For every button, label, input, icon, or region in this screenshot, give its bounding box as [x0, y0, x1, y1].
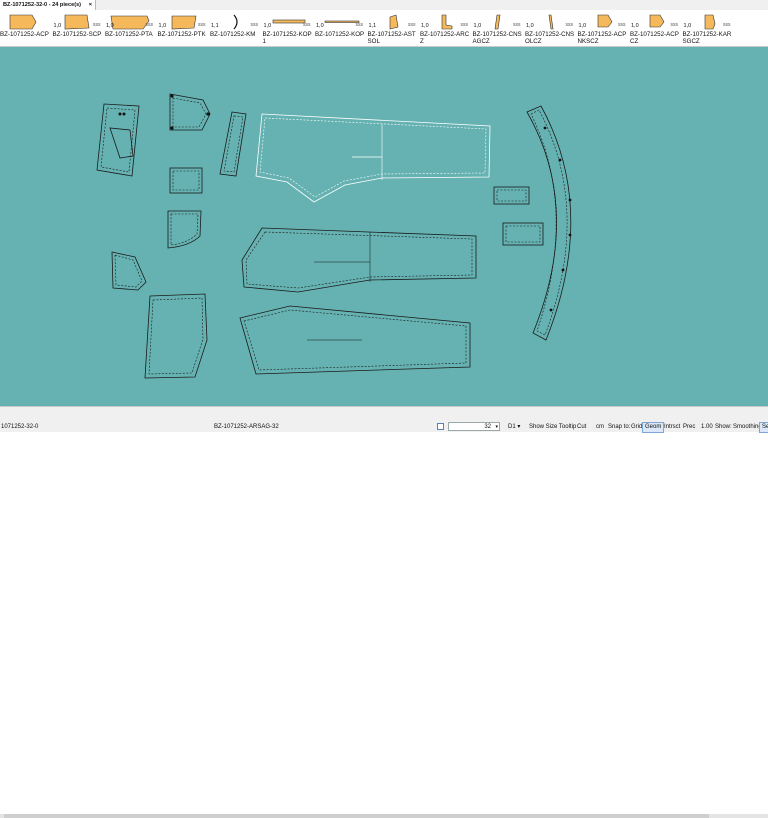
marker-canvas[interactable]	[0, 47, 768, 406]
piece-name: BZ-1071252-ACP	[0, 31, 49, 38]
pattern-piece-tab-1[interactable]	[493, 186, 530, 205]
piece-name: BZ-1071252-PTK	[157, 31, 206, 38]
pattern-piece-trouser-front[interactable]	[241, 227, 477, 293]
piece-name: BZ-1071252-KAR SGCZ	[682, 31, 732, 45]
piece-quantity: 1,0	[631, 23, 639, 29]
piece-indicator: sss	[355, 22, 364, 28]
piece-indicator: sss	[670, 22, 679, 28]
piece-name: BZ-1071252-AST SOL	[367, 31, 416, 45]
pattern-piece-l-shape[interactable]	[96, 103, 140, 177]
zoom-select[interactable]: 32 ▾	[448, 422, 500, 431]
size-select[interactable]: D1 ▾	[505, 422, 523, 433]
document-tab-bar: BZ-1071252-32-0 - 24 piece(s) ×	[0, 0, 768, 10]
piece-thumbnail[interactable]: 1,1 sss BZ-1071252-KM	[210, 10, 262, 46]
pattern-piece-selected[interactable]	[255, 113, 491, 203]
piece-indicator: sss	[408, 22, 416, 28]
piece-indicator: sss	[303, 22, 311, 28]
piece-indicator: sss	[723, 22, 731, 28]
pattern-piece-strip[interactable]	[219, 111, 247, 177]
piece-quantity: 1,0	[683, 23, 692, 29]
piece-quantity: 1,1	[211, 23, 219, 29]
close-tab-icon[interactable]: ×	[89, 0, 92, 10]
piece-name: BZ-1071252-KM	[210, 31, 256, 38]
status-bar: 1071252-32-0 BZ-1071252-ARSAG-32 32 ▾ D1 …	[0, 406, 768, 818]
piece-quantity: 1,0	[473, 23, 482, 29]
piece-indicator: sss	[250, 22, 259, 28]
piece-quantity: 1,0	[316, 23, 324, 29]
piece-indicator: sss	[198, 22, 206, 28]
pattern-piece-small-square[interactable]	[169, 167, 203, 194]
piece-quantity: 1,0	[421, 23, 429, 29]
cut-button[interactable]: Cut	[574, 422, 589, 433]
piece-thumbnail[interactable]: 1,0 sss BZ-1071252-PTK	[158, 10, 210, 46]
piece-name: BZ-1071252-SCP	[52, 31, 102, 38]
piece-name: BZ-1071252-ACP CZ	[630, 31, 679, 45]
pattern-piece-curved-pocket[interactable]	[167, 210, 202, 249]
piece-thumbnail[interactable]: 1,0 sss BZ-1071252-KAR SGCZ	[683, 10, 735, 46]
pattern-pieces-drawing[interactable]	[0, 47, 768, 406]
piece-quantity: 1,0	[158, 23, 167, 29]
piece-thumbnail[interactable]: 1,1 sss BZ-1071252-AST SOL	[368, 10, 420, 46]
piece-thumbnail[interactable]: 1,0 sss BZ-1071252-KOP 1	[263, 10, 315, 46]
piece-name: BZ-1071252-ARC Z	[420, 31, 470, 45]
piece-thumbnail[interactable]: 1,0 sss BZ-1071252-ACP NKSCZ	[578, 10, 630, 46]
show-size-tooltip-button[interactable]: Show Size Tooltip	[526, 422, 579, 433]
piece-name: BZ-1071252-ACP NKSCZ	[577, 31, 627, 45]
piece-indicator: sss	[460, 22, 469, 28]
piece-quantity: 1,0	[526, 23, 534, 29]
piece-thumbnail-strip: BZ-1071252-ACP 1,0 sss BZ-1071252-SCP 1,0 sss…	[0, 10, 768, 47]
piece-thumbnail[interactable]: 1,0 sss BZ-1071252-CNS OLCZ	[525, 10, 577, 46]
zoom-value: 32	[484, 424, 491, 430]
piece-name: BZ-1071252-KOP	[315, 31, 365, 38]
status-checkbox[interactable]	[437, 423, 444, 430]
pattern-piece-yoke[interactable]	[144, 293, 208, 379]
precision-button[interactable]: Prec	[680, 422, 698, 433]
horizontal-scrollbar[interactable]	[0, 814, 768, 818]
unit-cm-button[interactable]: cm	[593, 422, 607, 433]
piece-thumbnail[interactable]: 1,0 sss BZ-1071252-SCP	[53, 10, 105, 46]
document-tab-title: BZ-1071252-32-0 - 24 piece(s)	[3, 2, 82, 8]
piece-indicator: sss	[513, 22, 521, 28]
piece-thumbnail[interactable]: 1,0 sss BZ-1071252-CNS AGCZ	[473, 10, 525, 46]
piece-quantity: 1,0	[106, 23, 114, 29]
document-tab[interactable]: BZ-1071252-32-0 - 24 piece(s) ×	[0, 0, 96, 10]
piece-name: BZ-1071252-CNS OLCZ	[525, 31, 575, 45]
piece-indicator: sss	[565, 22, 574, 28]
piece-thumbnail[interactable]: 1,0 sss BZ-1071252-KOP	[315, 10, 367, 46]
piece-thumbnail[interactable]: 1,0 sss BZ-1071252-ARC Z	[420, 10, 472, 46]
pattern-piece-flap[interactable]	[169, 93, 211, 131]
pattern-piece-trouser-back[interactable]	[239, 305, 471, 375]
piece-thumbnail[interactable]: 1,0 sss BZ-1071252-ACP CZ	[630, 10, 682, 46]
piece-quantity: 1,1	[368, 23, 377, 29]
se-button[interactable]: Se	[759, 422, 768, 433]
piece-name: BZ-1071252-PTA	[105, 31, 153, 38]
pattern-piece-small-irregular[interactable]	[111, 251, 147, 291]
piece-indicator: sss	[93, 22, 101, 28]
pattern-piece-tab-2[interactable]	[502, 222, 544, 246]
piece-thumbnail[interactable]: 1,0 sss BZ-1071252-PTA	[105, 10, 157, 46]
piece-thumbnail[interactable]: BZ-1071252-ACP	[0, 10, 52, 46]
piece-quantity: 1,0	[53, 23, 62, 29]
piece-indicator: sss	[618, 22, 626, 28]
horizontal-scrollbar-thumb[interactable]	[4, 814, 709, 818]
piece-name: BZ-1071252-CNS AGCZ	[472, 31, 522, 45]
piece-quantity: 1,0	[578, 23, 587, 29]
piece-name: BZ-1071252-KOP 1	[262, 31, 312, 45]
piece-shape-icon	[9, 14, 37, 30]
piece-quantity: 1,0	[263, 23, 272, 29]
piece-indicator: sss	[145, 22, 154, 28]
